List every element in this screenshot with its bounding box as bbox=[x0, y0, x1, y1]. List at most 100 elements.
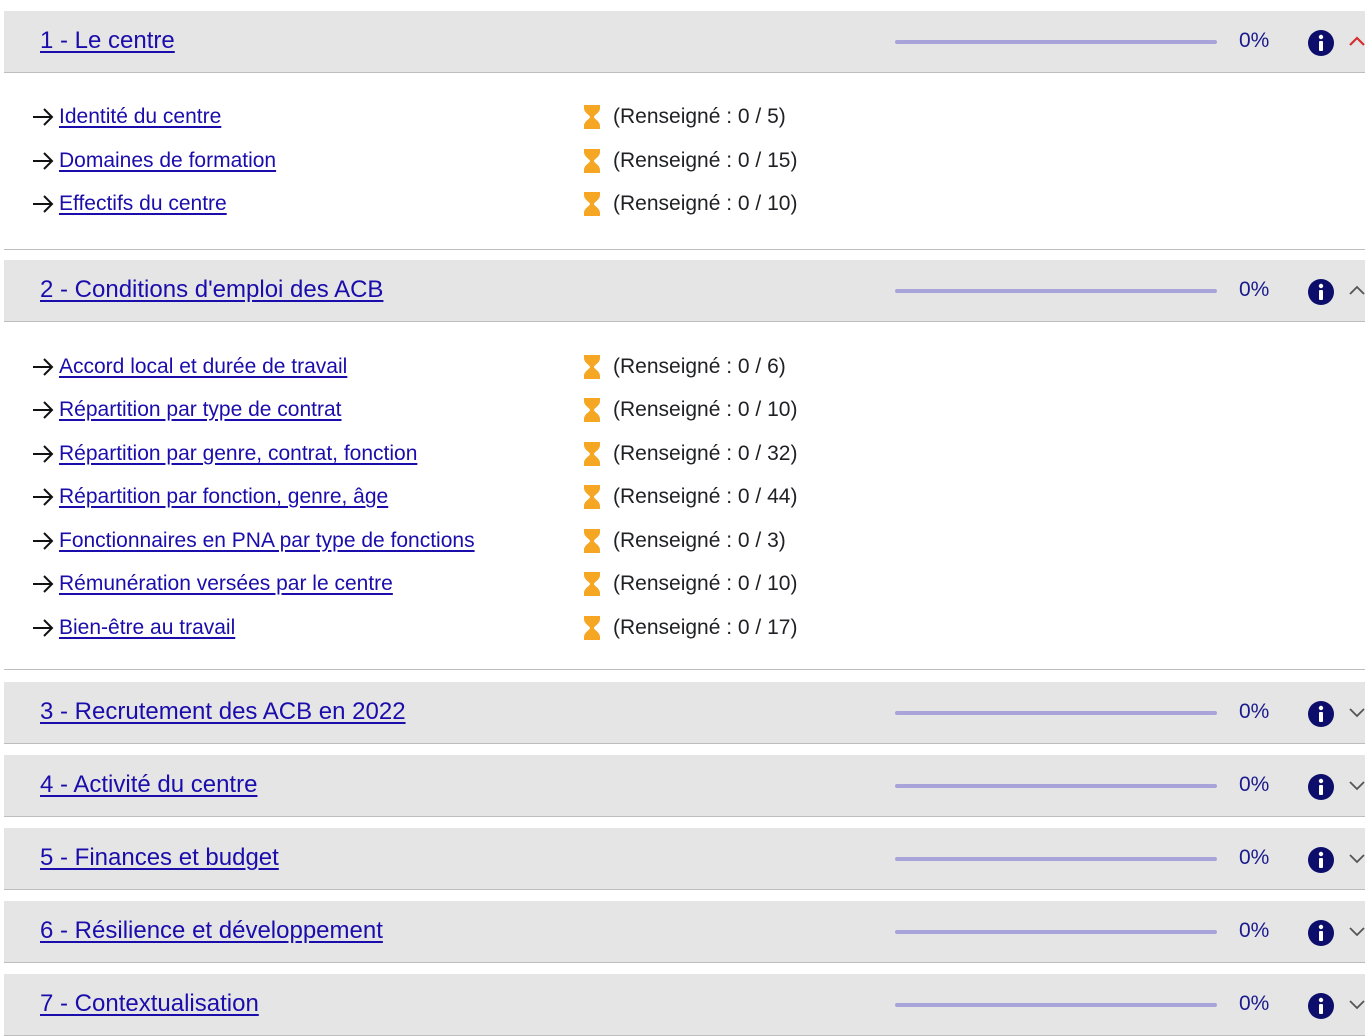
list-item: Effectifs du centre (Renseigné : 0 / 10) bbox=[4, 189, 1365, 219]
section-5: 5 - Finances et budget 0% bbox=[4, 828, 1365, 890]
completion-status: (Renseigné : 0 / 44) bbox=[613, 485, 798, 508]
section-title-link[interactable]: 2 - Conditions d'emploi des ACB bbox=[40, 276, 383, 304]
chevron-up-icon[interactable] bbox=[1347, 280, 1365, 300]
chevron-down-icon[interactable] bbox=[1347, 994, 1365, 1014]
progress-percent: 0% bbox=[1239, 278, 1270, 301]
hourglass-icon bbox=[584, 105, 600, 129]
info-icon[interactable] bbox=[1307, 700, 1335, 728]
progress-percent: 0% bbox=[1239, 29, 1270, 52]
section-title-link[interactable]: 6 - Résilience et développement bbox=[40, 917, 383, 945]
completion-status: (Renseigné : 0 / 15) bbox=[613, 149, 798, 172]
section-title-link[interactable]: 3 - Recrutement des ACB en 2022 bbox=[40, 698, 406, 726]
section-header[interactable]: 2 - Conditions d'emploi des ACB 0% bbox=[4, 260, 1365, 322]
questionnaire-sections: 1 - Le centre 0% Identité du centre (Ren… bbox=[0, 0, 1365, 1036]
progress-bar bbox=[895, 40, 1217, 44]
progress-percent: 0% bbox=[1239, 773, 1270, 796]
section-header[interactable]: 4 - Activité du centre 0% bbox=[4, 755, 1365, 817]
info-icon[interactable] bbox=[1307, 846, 1335, 874]
chevron-up-icon[interactable] bbox=[1347, 31, 1365, 51]
progress-bar bbox=[895, 930, 1217, 934]
info-icon[interactable] bbox=[1307, 773, 1335, 801]
section-title-link[interactable]: 5 - Finances et budget bbox=[40, 844, 279, 872]
list-item: Bien-être au travail (Renseigné : 0 / 17… bbox=[4, 613, 1365, 643]
arrow-right-icon bbox=[33, 488, 54, 506]
completion-status: (Renseigné : 0 / 10) bbox=[613, 192, 798, 215]
arrow-right-icon bbox=[33, 619, 54, 637]
progress-percent: 0% bbox=[1239, 846, 1270, 869]
list-item: Répartition par type de contrat (Renseig… bbox=[4, 395, 1365, 425]
section-7: 7 - Contextualisation 0% bbox=[4, 974, 1365, 1036]
progress-bar bbox=[895, 857, 1217, 861]
arrow-right-icon bbox=[33, 532, 54, 550]
section-header[interactable]: 6 - Résilience et développement 0% bbox=[4, 901, 1365, 963]
subsection-link[interactable]: Rémunération versées par le centre bbox=[59, 572, 393, 596]
subsection-link[interactable]: Accord local et durée de travail bbox=[59, 355, 347, 379]
subsection-link[interactable]: Domaines de formation bbox=[59, 149, 276, 173]
completion-status: (Renseigné : 0 / 10) bbox=[613, 398, 798, 421]
completion-status: (Renseigné : 0 / 5) bbox=[613, 105, 786, 128]
hourglass-icon bbox=[584, 442, 600, 466]
progress-bar bbox=[895, 1003, 1217, 1007]
list-item: Fonctionnaires en PNA par type de foncti… bbox=[4, 526, 1365, 556]
list-item: Rémunération versées par le centre (Rens… bbox=[4, 569, 1365, 599]
subsection-link[interactable]: Répartition par type de contrat bbox=[59, 398, 342, 422]
arrow-right-icon bbox=[33, 575, 54, 593]
progress-bar bbox=[895, 784, 1217, 788]
subsection-link[interactable]: Identité du centre bbox=[59, 105, 221, 129]
progress-percent: 0% bbox=[1239, 992, 1270, 1015]
section-title-link[interactable]: 1 - Le centre bbox=[40, 27, 175, 55]
progress-bar bbox=[895, 289, 1217, 293]
section-title-link[interactable]: 4 - Activité du centre bbox=[40, 771, 257, 799]
subsection-link[interactable]: Répartition par fonction, genre, âge bbox=[59, 485, 388, 509]
chevron-down-icon[interactable] bbox=[1347, 775, 1365, 795]
chevron-down-icon[interactable] bbox=[1347, 921, 1365, 941]
list-item: Accord local et durée de travail (Rensei… bbox=[4, 352, 1365, 382]
completion-status: (Renseigné : 0 / 32) bbox=[613, 442, 798, 465]
hourglass-icon bbox=[584, 572, 600, 596]
progress-bar bbox=[895, 711, 1217, 715]
list-item: Répartition par genre, contrat, fonction… bbox=[4, 439, 1365, 469]
list-item: Domaines de formation (Renseigné : 0 / 1… bbox=[4, 146, 1365, 176]
subsection-link[interactable]: Bien-être au travail bbox=[59, 616, 235, 640]
section-6: 6 - Résilience et développement 0% bbox=[4, 901, 1365, 963]
info-icon[interactable] bbox=[1307, 278, 1335, 306]
hourglass-icon bbox=[584, 485, 600, 509]
section-title-link[interactable]: 7 - Contextualisation bbox=[40, 990, 259, 1018]
section-3: 3 - Recrutement des ACB en 2022 0% bbox=[4, 682, 1365, 744]
completion-status: (Renseigné : 0 / 10) bbox=[613, 572, 798, 595]
section-header[interactable]: 5 - Finances et budget 0% bbox=[4, 828, 1365, 890]
list-item: Identité du centre (Renseigné : 0 / 5) bbox=[4, 102, 1365, 132]
subsection-link[interactable]: Effectifs du centre bbox=[59, 192, 227, 216]
subsection-link[interactable]: Répartition par genre, contrat, fonction bbox=[59, 442, 417, 466]
section-header[interactable]: 7 - Contextualisation 0% bbox=[4, 974, 1365, 1036]
section-header[interactable]: 1 - Le centre 0% bbox=[4, 11, 1365, 73]
arrow-right-icon bbox=[33, 152, 54, 170]
chevron-down-icon[interactable] bbox=[1347, 702, 1365, 722]
info-icon[interactable] bbox=[1307, 29, 1335, 57]
section-1: 1 - Le centre 0% Identité du centre (Ren… bbox=[4, 11, 1365, 250]
info-icon[interactable] bbox=[1307, 992, 1335, 1020]
hourglass-icon bbox=[584, 616, 600, 640]
arrow-right-icon bbox=[33, 358, 54, 376]
list-item: Répartition par fonction, genre, âge (Re… bbox=[4, 482, 1365, 512]
completion-status: (Renseigné : 0 / 3) bbox=[613, 529, 786, 552]
hourglass-icon bbox=[584, 149, 600, 173]
section-header[interactable]: 3 - Recrutement des ACB en 2022 0% bbox=[4, 682, 1365, 744]
completion-status: (Renseigné : 0 / 6) bbox=[613, 355, 786, 378]
section-content: Accord local et durée de travail (Rensei… bbox=[4, 322, 1365, 670]
info-icon[interactable] bbox=[1307, 919, 1335, 947]
progress-percent: 0% bbox=[1239, 700, 1270, 723]
section-4: 4 - Activité du centre 0% bbox=[4, 755, 1365, 817]
chevron-down-icon[interactable] bbox=[1347, 848, 1365, 868]
section-2: 2 - Conditions d'emploi des ACB 0% Accor… bbox=[4, 260, 1365, 670]
progress-percent: 0% bbox=[1239, 919, 1270, 942]
arrow-right-icon bbox=[33, 108, 54, 126]
arrow-right-icon bbox=[33, 445, 54, 463]
hourglass-icon bbox=[584, 529, 600, 553]
subsection-link[interactable]: Fonctionnaires en PNA par type de foncti… bbox=[59, 529, 475, 553]
hourglass-icon bbox=[584, 355, 600, 379]
section-content: Identité du centre (Renseigné : 0 / 5) D… bbox=[4, 73, 1365, 250]
completion-status: (Renseigné : 0 / 17) bbox=[613, 616, 798, 639]
hourglass-icon bbox=[584, 192, 600, 216]
arrow-right-icon bbox=[33, 401, 54, 419]
